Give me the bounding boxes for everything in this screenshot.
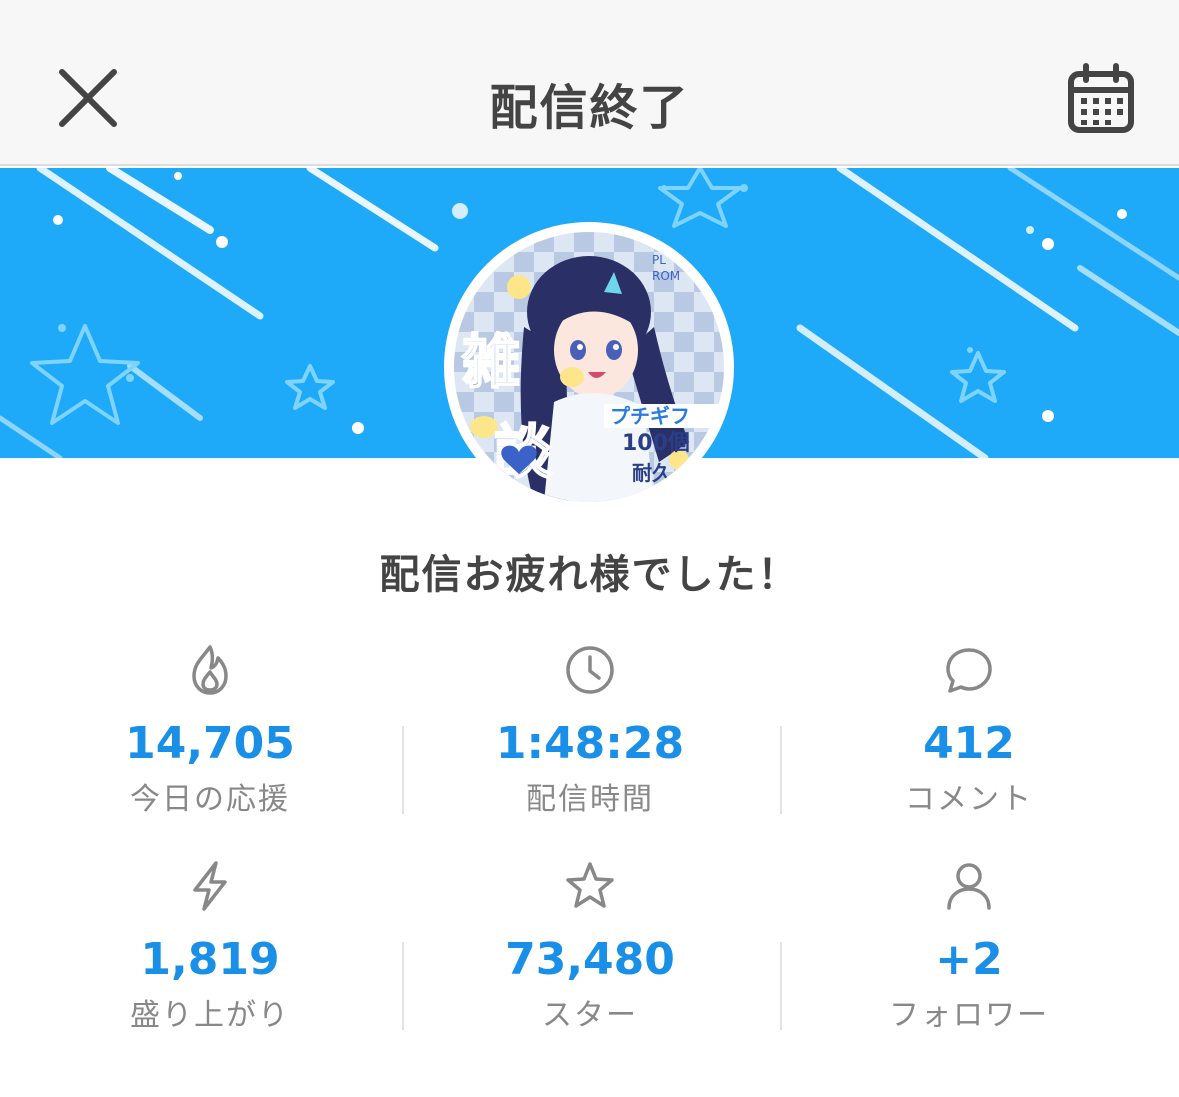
stat-duration: 1:48:28 配信時間 [400, 642, 780, 818]
stat-label: 今日の応援 [130, 782, 290, 817]
streamer-avatar: 雑 談 プチギフ 100個 耐久 PL ROM [444, 222, 734, 512]
stat-value: 1,819 [140, 934, 280, 985]
stat-value: 1:48:28 [495, 718, 685, 769]
divider [402, 942, 404, 1030]
stat-value: 14,705 [125, 718, 295, 769]
page-title: 配信終了 [489, 80, 690, 136]
stat-label: コメント [905, 782, 1033, 817]
stat-value: 73,480 [505, 934, 675, 985]
divider [780, 942, 782, 1030]
completion-message: 配信お疲れ様でした！ [379, 552, 800, 598]
calendar-icon [1068, 63, 1134, 133]
stat-label: スター [542, 998, 638, 1033]
svg-text:100個: 100個 [622, 431, 690, 456]
top-bar: 配信終了 [0, 0, 1179, 166]
star-icon [566, 862, 614, 908]
stat-label: 配信時間 [526, 782, 654, 817]
user-icon [947, 863, 991, 910]
divider [780, 726, 782, 814]
stat-label: フォロワー [889, 998, 1049, 1033]
stat-label: 盛り上がり [130, 998, 290, 1033]
stat-excitement: 1,819 盛り上がり [20, 858, 400, 1034]
stat-comments: 412 コメント [779, 642, 1159, 818]
svg-text:ROM: ROM [652, 269, 680, 283]
calendar-button[interactable] [1066, 62, 1136, 134]
svg-text:耐久: 耐久 [632, 461, 673, 485]
stat-followers: +2 フォロワー [779, 858, 1159, 1034]
stat-stars: 73,480 スター [400, 858, 780, 1034]
flame-icon [192, 645, 228, 695]
comment-icon [946, 648, 992, 693]
stat-support: 14,705 今日の応援 [20, 642, 400, 818]
clock-icon [566, 646, 614, 694]
lightning-icon [193, 861, 227, 911]
svg-text:雑: 雑 [461, 328, 520, 396]
stream-thumbnail: 雑 談 プチギフ 100個 耐久 PL ROM [454, 232, 724, 502]
svg-text:プチギフ: プチギフ [610, 404, 690, 428]
stat-value: 412 [923, 718, 1015, 769]
stat-value: +2 [935, 934, 1003, 985]
svg-text:PL: PL [652, 253, 666, 267]
divider [402, 726, 404, 814]
